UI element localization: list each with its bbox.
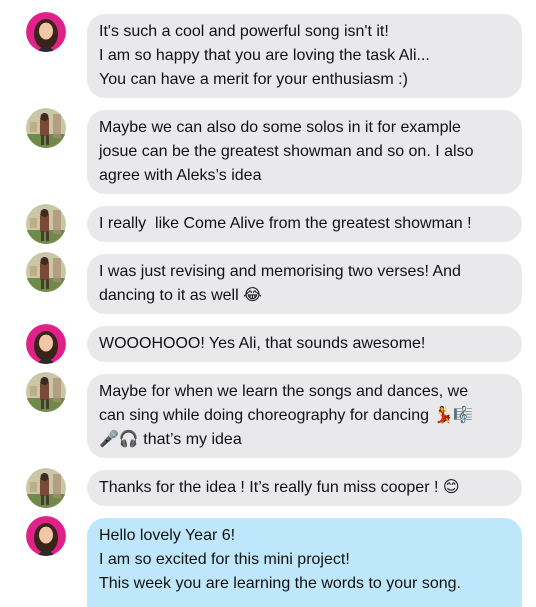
message-text: josue can be the greatest showman and so… <box>99 143 474 160</box>
message-bubble-highlighted: Hello lovely Year 6! I am so excited for… <box>87 518 522 607</box>
message-text: Maybe we can also do some solos in it fo… <box>99 119 461 136</box>
message-text: Hello lovely Year 6! <box>99 527 236 544</box>
student-avatar-icon[interactable] <box>26 372 66 412</box>
message-text: agree with Aleks’s idea <box>99 167 262 184</box>
message-text: This week you are learning the words to … <box>99 575 461 592</box>
message-text: I was just revising and memorising two v… <box>99 263 461 280</box>
message-bubble: Maybe for when we learn the songs and da… <box>87 374 522 458</box>
message-text: I am so happy that you are loving the ta… <box>99 47 430 64</box>
message-text: WOOOHOOO! Yes Ali, that sounds awesome! <box>99 335 426 352</box>
teacher-avatar-icon[interactable] <box>26 12 66 52</box>
teacher-avatar-icon[interactable] <box>26 324 66 364</box>
message-text: It's such a cool and powerful song isn't… <box>99 23 389 40</box>
message-bubble: I was just revising and memorising two v… <box>87 254 522 314</box>
student-avatar-icon[interactable] <box>26 252 66 292</box>
student-avatar-icon[interactable] <box>26 204 66 244</box>
message-bubble: WOOOHOOO! Yes Ali, that sounds awesome! <box>87 326 522 362</box>
student-avatar-icon[interactable] <box>26 468 66 508</box>
message-bubble: I really like Come Alive from the greate… <box>87 206 522 242</box>
message-text: I really like Come Alive from the greate… <box>99 215 472 232</box>
message-bubble: Maybe we can also do some solos in it fo… <box>87 110 522 194</box>
message-bubble: Thanks for the idea ! It’s really fun mi… <box>87 470 522 506</box>
message-bubble: It's such a cool and powerful song isn't… <box>87 14 522 98</box>
message-text: I am so excited for this mini project! <box>99 551 350 568</box>
message-text: You can have a merit for your enthusiasm… <box>99 71 408 88</box>
message-text: can sing while doing choreography for da… <box>99 407 474 424</box>
message-text: Maybe for when we learn the songs and da… <box>99 383 469 400</box>
message-text: 🎤🎧 that’s my idea <box>99 431 242 448</box>
student-avatar-icon[interactable] <box>26 108 66 148</box>
teacher-avatar-icon[interactable] <box>26 516 66 556</box>
message-text: Thanks for the idea ! It’s really fun mi… <box>99 479 460 496</box>
message-text: dancing to it as well 😂 <box>99 287 262 304</box>
